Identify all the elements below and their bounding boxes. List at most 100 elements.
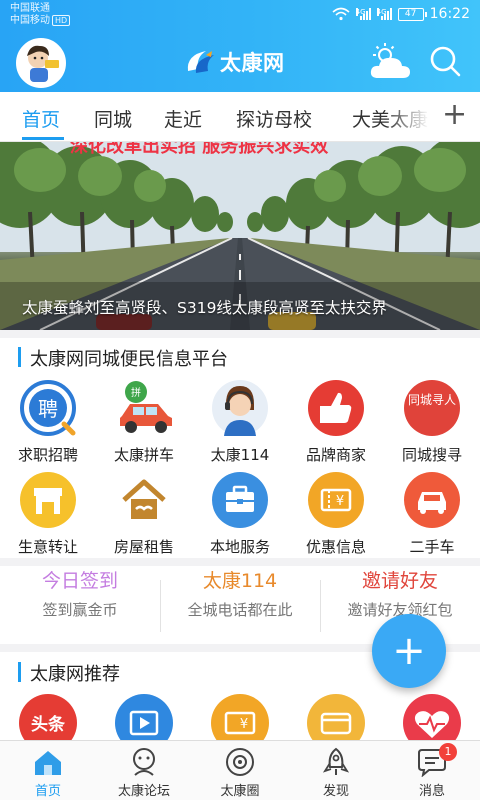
circle-icon bbox=[223, 747, 257, 777]
job-badge-text: 聘 bbox=[38, 397, 58, 421]
nav-messages-label: 消息 bbox=[418, 784, 445, 799]
service-used-car[interactable]: 二手车 bbox=[384, 472, 480, 557]
avatar[interactable] bbox=[16, 38, 66, 88]
signal-icon-1: 4G bbox=[355, 8, 371, 20]
service-coupon[interactable]: ¥ 优惠信息 bbox=[288, 472, 384, 557]
unread-badge: 1 bbox=[439, 743, 457, 761]
tabs-fade bbox=[386, 92, 440, 141]
services-card: 太康网同城便民信息平台 聘 求职招聘 拼 太康拼车 太康114 品牌商家 同城寻… bbox=[0, 338, 480, 558]
nav-circle-label: 太康圈 bbox=[220, 784, 260, 799]
network-type-1: 4G bbox=[355, 8, 366, 16]
shop-icon bbox=[20, 472, 76, 528]
quick-checkin-title: 今日签到 bbox=[41, 570, 118, 592]
forum-icon bbox=[127, 747, 161, 777]
logo-mark-icon bbox=[187, 51, 214, 73]
active-tab-indicator bbox=[22, 137, 64, 140]
service-114-label: 太康114 bbox=[210, 446, 270, 464]
service-house-label: 房屋租售 bbox=[113, 538, 174, 556]
service-search-people[interactable]: 同城寻人 同城搜寻 bbox=[384, 380, 480, 465]
banner-top-text: 深化改革出实招 服务振兴求实效 bbox=[70, 142, 329, 157]
service-carpool[interactable]: 拼 太康拼车 bbox=[96, 380, 192, 465]
nav-forum-label: 太康论坛 bbox=[117, 784, 170, 799]
carrier-2-name: 中国移动 bbox=[10, 15, 50, 26]
nav-messages[interactable]: 1 消息 bbox=[384, 741, 480, 800]
svg-text:¥: ¥ bbox=[240, 717, 248, 732]
weather-icon[interactable] bbox=[368, 42, 414, 82]
service-job[interactable]: 聘 求职招聘 bbox=[0, 380, 96, 465]
quick-checkin[interactable]: 今日签到 签到赢金币 bbox=[0, 566, 160, 620]
section-accent-bar bbox=[18, 347, 21, 367]
quick-114-title: 太康114 bbox=[202, 570, 278, 592]
service-used-car-label: 二手车 bbox=[409, 538, 455, 556]
status-bar: 中国联通 中国移动 HD 4G 4G 47 16:22 bbox=[0, 0, 480, 28]
svg-text:¥: ¥ bbox=[336, 494, 344, 509]
clock: 16:22 bbox=[429, 6, 470, 22]
app-screen: 中国联通 中国移动 HD 4G 4G 47 16:22 太康网 首页 同城 走近… bbox=[0, 0, 480, 800]
people-search-badge-1: 同城寻人 bbox=[408, 393, 456, 407]
coupon-icon: ¥ bbox=[308, 472, 364, 528]
service-114[interactable]: 太康114 bbox=[192, 380, 288, 465]
quick-114-subtitle: 全城电话都在此 bbox=[187, 601, 293, 619]
service-house[interactable]: 房屋租售 bbox=[96, 472, 192, 557]
avatar-icon bbox=[18, 40, 64, 86]
bottom-navigation: 首页 太康论坛 太康圈 发现 1 消息 bbox=[0, 740, 480, 800]
rocket-icon bbox=[319, 747, 353, 777]
tab-visit-alma-mater[interactable]: 探访母校 bbox=[236, 105, 312, 132]
thumbs-up-icon bbox=[308, 380, 364, 436]
tab-home[interactable]: 首页 bbox=[22, 105, 60, 132]
service-transfer[interactable]: 生意转让 bbox=[0, 472, 96, 557]
service-job-label: 求职招聘 bbox=[17, 446, 78, 464]
nav-home-label: 首页 bbox=[34, 784, 61, 799]
carpool-badge-text: 拼 bbox=[131, 386, 141, 399]
carpool-icon: 拼 bbox=[116, 380, 172, 436]
people-search-icon: 同城寻人 bbox=[404, 380, 460, 436]
network-type-2: 4G bbox=[376, 8, 387, 16]
quick-invite-title: 邀请好友 bbox=[361, 570, 438, 592]
toolbox-icon bbox=[212, 472, 268, 528]
carrier-1: 中国联通 bbox=[10, 3, 50, 14]
services-title: 太康网同城便民信息平台 bbox=[30, 349, 228, 370]
job-icon: 聘 bbox=[20, 380, 76, 436]
service-carpool-label: 太康拼车 bbox=[113, 446, 174, 464]
service-coupon-label: 优惠信息 bbox=[305, 538, 366, 556]
home-icon bbox=[31, 747, 65, 777]
quick-invite[interactable]: 邀请好友 邀请好友领红包 bbox=[320, 566, 480, 620]
car-icon bbox=[404, 472, 460, 528]
headlines-badge-text: 头条 bbox=[31, 714, 66, 735]
wifi-icon bbox=[332, 7, 350, 21]
carrier-2: 中国移动 HD bbox=[10, 15, 71, 27]
nav-circle[interactable]: 太康圈 bbox=[192, 741, 288, 800]
service-local[interactable]: 本地服务 bbox=[192, 472, 288, 557]
news-banner[interactable]: 深化改革出实招 服务振兴求实效 太康蚕蜂刘至高贤段、S319线太康段高贤至太扶交… bbox=[0, 142, 480, 330]
service-brand-label: 品牌商家 bbox=[305, 446, 366, 464]
banner-caption: 太康蚕蜂刘至高贤段、S319线太康段高贤至太扶交界 bbox=[22, 299, 387, 317]
add-post-button[interactable]: + bbox=[372, 614, 446, 688]
service-search-people-label: 同城搜寻 bbox=[401, 446, 462, 464]
battery-icon: 47 bbox=[397, 7, 427, 21]
operator-icon bbox=[212, 380, 268, 436]
nav-forum[interactable]: 太康论坛 bbox=[96, 741, 192, 800]
quick-checkin-subtitle: 签到赢金币 bbox=[42, 601, 118, 619]
add-tab-button[interactable]: + bbox=[442, 98, 467, 132]
quick-114[interactable]: 太康114 全城电话都在此 bbox=[160, 566, 320, 620]
app-logo: 太康网 bbox=[184, 46, 304, 78]
nav-discover[interactable]: 发现 bbox=[288, 741, 384, 800]
status-icons: 4G 4G 47 16:22 bbox=[332, 6, 470, 22]
nav-discover-label: 发现 bbox=[322, 784, 349, 799]
message-icon: 1 bbox=[415, 743, 457, 778]
signal-icon-2: 4G bbox=[376, 8, 392, 20]
house-icon bbox=[116, 472, 172, 528]
category-tabs: 首页 同城 走近 探访母校 大美太康 + bbox=[0, 92, 480, 142]
top-header: 中国联通 中国移动 HD 4G 4G 47 16:22 太康网 bbox=[0, 0, 480, 92]
logo-text: 太康网 bbox=[220, 52, 285, 75]
service-brand[interactable]: 品牌商家 bbox=[288, 380, 384, 465]
section-accent-bar bbox=[18, 662, 21, 682]
hd-badge: HD bbox=[52, 15, 71, 26]
service-transfer-label: 生意转让 bbox=[17, 538, 78, 556]
tab-local[interactable]: 同城 bbox=[94, 105, 132, 132]
tab-approach[interactable]: 走近 bbox=[164, 105, 202, 132]
recommend-title: 太康网推荐 bbox=[30, 664, 120, 685]
search-icon[interactable] bbox=[428, 44, 462, 78]
nav-home[interactable]: 首页 bbox=[0, 741, 96, 800]
service-local-label: 本地服务 bbox=[209, 538, 270, 556]
